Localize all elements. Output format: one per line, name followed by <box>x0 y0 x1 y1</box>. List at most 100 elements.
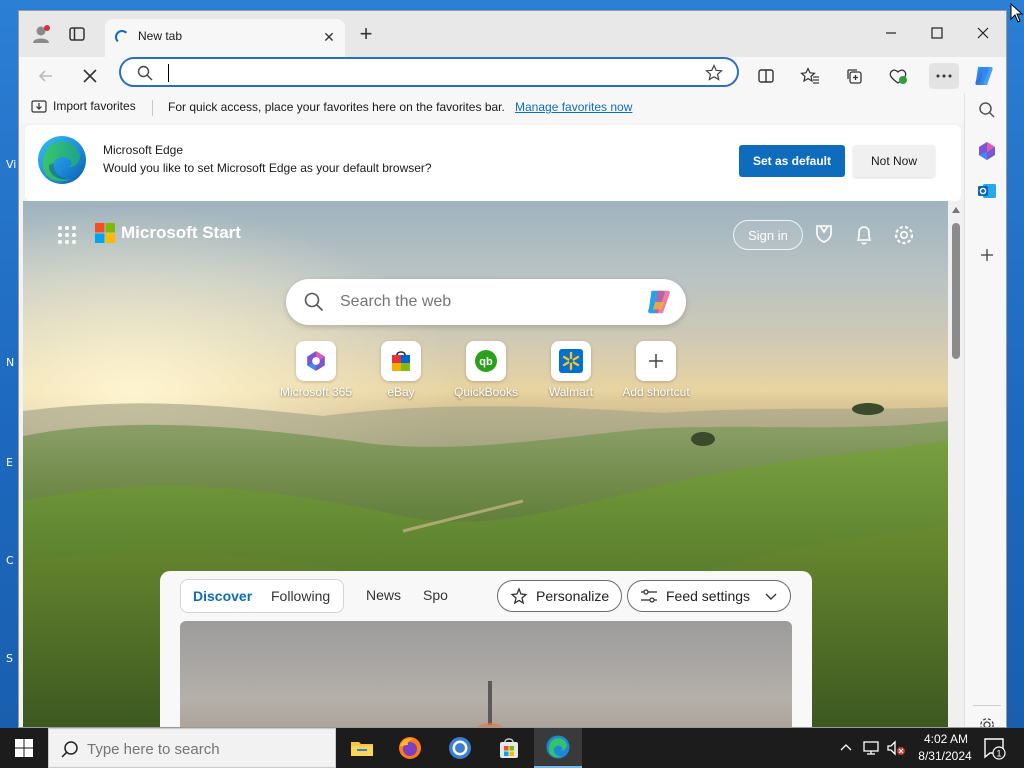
text-caret <box>168 64 169 82</box>
sign-in-button[interactable]: Sign in <box>733 220 803 250</box>
desktop-icon-label[interactable]: N <box>6 356 14 369</box>
taskbar-search-input[interactable] <box>87 740 327 758</box>
nav-news[interactable]: News <box>366 587 401 603</box>
chevron-up-icon[interactable] <box>840 742 852 752</box>
plus-icon <box>649 354 663 368</box>
add-sidebar-app-icon[interactable] <box>975 243 999 267</box>
outlook-icon[interactable] <box>975 179 999 203</box>
desktop-icon-label[interactable]: C <box>6 554 14 567</box>
tab-title: New tab <box>138 29 183 43</box>
windows-logo-icon <box>15 739 33 757</box>
page-scrollbar[interactable] <box>948 201 964 727</box>
tab-actions-icon[interactable] <box>65 22 89 46</box>
personalize-button[interactable]: Personalize <box>497 580 623 612</box>
browser-essentials-icon[interactable] <box>885 63 911 89</box>
shortcut-label: QuickBooks <box>453 385 519 399</box>
shortcut-microsoft-365[interactable]: Microsoft 365 <box>276 341 356 399</box>
shortcut-quickbooks[interactable]: qb QuickBooks <box>446 341 526 399</box>
favorite-star-icon[interactable] <box>705 64 723 82</box>
search-icon <box>304 292 324 312</box>
shortcut-add[interactable]: Add shortcut <box>616 341 696 399</box>
settings-and-more-icon[interactable] <box>929 63 959 89</box>
scrollbar-thumb[interactable] <box>952 223 960 359</box>
search-icon[interactable] <box>975 98 999 122</box>
profile-icon[interactable] <box>29 22 53 46</box>
shortcut-label: eBay <box>387 385 415 399</box>
app-launcher-icon[interactable] <box>57 225 77 245</box>
network-icon[interactable] <box>862 740 880 756</box>
news-feed-panel: Discover Following News Spo Personalize … <box>160 571 812 727</box>
svg-text:qb: qb <box>479 356 493 368</box>
collections-icon[interactable] <box>841 63 867 89</box>
file-explorer-icon[interactable] <box>338 728 386 768</box>
personalize-star-icon <box>510 587 528 605</box>
clock-date[interactable]: 8/31/2024 <box>910 749 980 763</box>
stop-loading-icon[interactable] <box>77 63 103 89</box>
shortcut-label: Microsoft 365 <box>279 385 353 399</box>
microsoft-365-icon[interactable] <box>975 139 999 163</box>
new-tab-button[interactable]: + <box>355 23 377 46</box>
tab-new-tab[interactable]: New tab ✕ <box>105 19 345 57</box>
scroll-up-arrow-icon[interactable] <box>952 207 960 213</box>
web-search-input[interactable] <box>340 292 630 312</box>
start-button[interactable] <box>0 728 48 768</box>
tab-following[interactable]: Following <box>271 588 330 604</box>
tab-close-icon[interactable]: ✕ <box>319 27 339 47</box>
navigation-toolbar <box>19 57 1006 93</box>
search-icon <box>137 65 153 81</box>
favorites-icon[interactable] <box>797 63 823 89</box>
new-tab-page: Microsoft Start Sign in Microsoft 365 <box>23 201 948 727</box>
manage-favorites-link[interactable]: Manage favorites now <box>515 100 632 114</box>
mouse-cursor-icon <box>1010 3 1024 23</box>
feed-article-card[interactable] <box>180 621 792 727</box>
title-bar: New tab ✕ + <box>19 11 1006 57</box>
address-bar[interactable] <box>119 57 739 87</box>
copilot-icon[interactable] <box>644 287 674 317</box>
not-now-button[interactable]: Not Now <box>853 145 935 177</box>
shortcut-ebay[interactable]: eBay <box>361 341 441 399</box>
split-screen-icon[interactable] <box>753 63 779 89</box>
divider <box>973 705 1001 706</box>
feed-settings-button[interactable]: Feed settings <box>627 580 792 612</box>
tab-discover[interactable]: Discover <box>193 588 252 604</box>
microsoft-store-icon[interactable] <box>485 728 533 768</box>
edge-taskbar-icon[interactable] <box>534 728 582 768</box>
web-search-box[interactable] <box>286 279 686 325</box>
volume-muted-icon[interactable] <box>886 740 906 756</box>
import-favorites-button[interactable]: Import favorites <box>31 99 136 113</box>
copilot-icon[interactable] <box>971 63 997 89</box>
feed-settings-label: Feed settings <box>666 588 751 604</box>
edge-browser-window: New tab ✕ + Import favorites For quick a… <box>18 10 1007 728</box>
favorites-bar-message: For quick access, place your favorites h… <box>168 100 505 114</box>
rewards-icon[interactable] <box>811 222 837 248</box>
nav-sports[interactable]: Spo <box>423 587 448 603</box>
import-icon <box>31 100 47 113</box>
maximize-button[interactable] <box>915 21 959 45</box>
favorites-bar: Import favorites For quick access, place… <box>19 93 964 123</box>
minimize-button[interactable] <box>869 21 913 45</box>
set-as-default-button[interactable]: Set as default <box>739 145 845 177</box>
microsoft-start-logo[interactable]: Microsoft Start <box>95 223 241 243</box>
address-input[interactable] <box>165 63 685 83</box>
chrome-icon[interactable] <box>436 728 484 768</box>
notifications-bell-icon[interactable] <box>851 222 877 248</box>
search-icon <box>61 741 78 758</box>
ebay-icon <box>392 351 410 371</box>
desktop-icon-label[interactable]: E <box>6 456 13 469</box>
sidebar-settings-icon[interactable] <box>975 713 999 727</box>
firefox-icon[interactable] <box>386 728 434 768</box>
back-arrow-icon[interactable] <box>33 63 59 89</box>
prompt-message: Would you like to set Microsoft Edge as … <box>103 161 432 175</box>
personalize-label: Personalize <box>536 588 610 604</box>
desktop-icon-label[interactable]: Vi <box>6 158 16 171</box>
page-settings-gear-icon[interactable] <box>891 222 917 248</box>
windows-taskbar: 4:02 AM 8/31/2024 1 <box>0 728 1024 768</box>
action-center-icon[interactable]: 1 <box>982 736 1006 760</box>
desktop-icon-label[interactable]: S <box>6 652 13 665</box>
clock-time[interactable]: 4:02 AM <box>916 732 976 746</box>
walmart-icon <box>559 349 583 373</box>
shortcut-walmart[interactable]: Walmart <box>531 341 611 399</box>
close-window-button[interactable] <box>961 21 1005 45</box>
notification-count: 1 <box>996 749 1001 759</box>
taskbar-search-box[interactable] <box>48 728 336 768</box>
